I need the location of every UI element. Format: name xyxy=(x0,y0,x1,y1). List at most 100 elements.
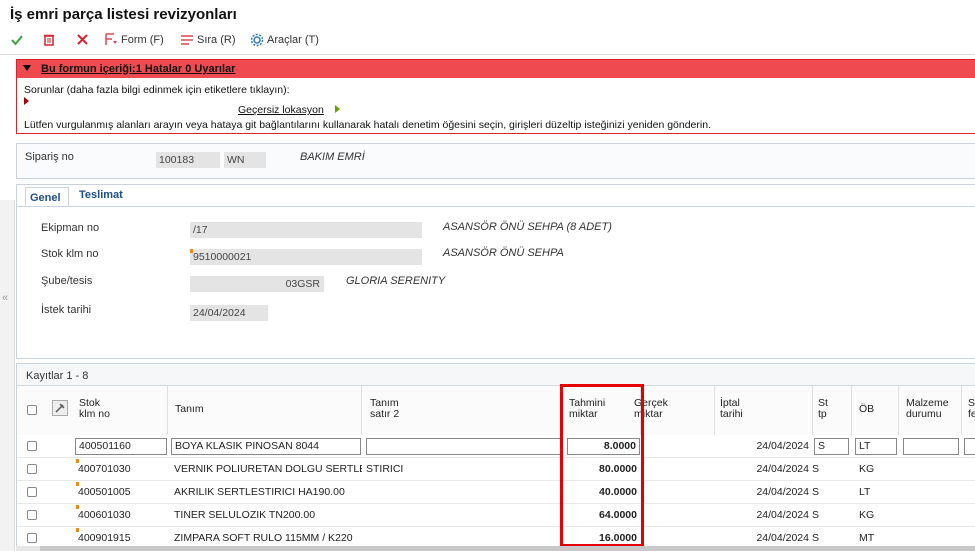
form-menu-label: Form (F) xyxy=(121,33,164,46)
stock-cell: 400601030 xyxy=(78,509,131,521)
table-row[interactable]: 400701030 VERNIK POLIURETAN DOLGU SERTLE… xyxy=(17,458,975,481)
col-desc2-header[interactable]: Tanım satır 2 xyxy=(370,398,399,420)
stock-field: 9510000021 xyxy=(190,249,422,265)
table-row[interactable]: 400501005 AKRILIK SERTLESTIRICI HA190.00… xyxy=(17,481,975,504)
equipment-label: Ekipman no xyxy=(41,222,100,234)
select-all-checkbox[interactable] xyxy=(27,405,37,415)
col-ob-header[interactable]: ÖB xyxy=(859,404,874,415)
tools-menu-label: Araçlar (T) xyxy=(267,34,319,46)
desc-cell: AKRILIK SERTLESTIRICI HA190.00 xyxy=(174,486,345,498)
tab-divider xyxy=(17,206,975,207)
goto-error-link[interactable] xyxy=(335,104,340,116)
ok-button[interactable] xyxy=(10,33,24,47)
branch-field: 03GSR xyxy=(190,276,324,292)
close-icon xyxy=(77,34,88,45)
ob-cell: KG xyxy=(859,509,875,521)
pin-icon xyxy=(52,400,68,416)
row-checkbox[interactable] xyxy=(27,441,37,451)
cancel-date-cell: 24/04/2024 xyxy=(756,509,809,521)
collapse-arrow-icon: « xyxy=(2,292,9,304)
st-cell: S xyxy=(812,486,820,498)
collapse-triangle-icon xyxy=(23,65,31,71)
order-number-label: Sipariş no xyxy=(25,151,74,163)
error-panel: Bu formun içeriği:1 Hatalar 0 Uyarılar S… xyxy=(16,59,975,134)
equipment-description: ASANSÖR ÖNÜ SEHPA (8 ADET) xyxy=(443,221,612,233)
grid-header: Stok klm no Tanım Tanım satır 2 Tahmini mik… xyxy=(17,385,975,436)
st-cell: S xyxy=(812,463,820,475)
stock-cell: 400501005 xyxy=(78,486,131,498)
ob-cell: LT xyxy=(859,486,871,498)
col-material-header[interactable]: Malzeme durumu xyxy=(906,398,949,420)
desc-cell: TINER SELULOZIK TN200.00 xyxy=(174,509,316,521)
gear-icon xyxy=(250,33,264,47)
extra-input[interactable] xyxy=(964,438,975,455)
window-title-bar: İş emri parça listesi revizyonları xyxy=(0,0,975,28)
cancel-date-cell: 24/04/2024 xyxy=(756,486,809,498)
table-row[interactable]: 400901915 ZIMPARA SOFT RULO 115MM / K220… xyxy=(17,527,975,547)
st-input[interactable]: S xyxy=(814,438,849,455)
material-input[interactable] xyxy=(903,438,959,455)
error-item-marker xyxy=(24,96,29,108)
order-type-field: WN xyxy=(224,152,266,168)
delete-button[interactable] xyxy=(43,33,55,46)
tab-genel-label: Genel xyxy=(30,192,61,204)
side-collapse-handle[interactable]: « xyxy=(0,200,15,551)
row-checkbox[interactable] xyxy=(27,510,37,520)
col-desc-header[interactable]: Tanım xyxy=(175,404,204,415)
col-extra-header[interactable]: Sfe xyxy=(968,398,975,420)
details-tab-panel: Genel Teslimat Ekipman no /17 ASANSÖR ÖN… xyxy=(16,184,975,359)
col-cancel-date-header[interactable]: İptal tarihi xyxy=(720,398,743,420)
page-title: İş emri parça listesi revizyonları xyxy=(10,6,237,23)
rows-icon xyxy=(181,35,193,45)
ob-input[interactable]: LT xyxy=(855,438,897,455)
row-checkbox[interactable] xyxy=(27,464,37,474)
cancel-date-cell: 24/04/2024 xyxy=(756,440,809,452)
col-stock-header[interactable]: Stok klm no xyxy=(79,398,110,420)
col-st-header[interactable]: St tp xyxy=(818,398,828,420)
horizontal-scrollbar[interactable] xyxy=(16,546,975,551)
desc-input[interactable]: BOYA KLASIK PINOSAN 8044 xyxy=(171,438,361,455)
record-count: Kayıtlar 1 - 8 xyxy=(26,370,89,382)
row-menu-label: Sıra (R) xyxy=(197,33,236,46)
row-menu-button[interactable]: Sıra (R) xyxy=(180,33,236,46)
required-marker xyxy=(190,249,193,253)
st-cell: S xyxy=(812,509,820,521)
toolbar: Form (F) Sıra (R) Araçlar (T) xyxy=(0,28,975,55)
trash-icon xyxy=(44,34,54,46)
cancel-button[interactable] xyxy=(76,33,89,46)
form-menu-button[interactable]: Form (F) xyxy=(104,33,164,46)
equipment-field: /17 xyxy=(190,222,422,238)
form-icon xyxy=(105,33,117,45)
request-date-label: İstek tarihi xyxy=(41,304,92,316)
row-checkbox[interactable] xyxy=(27,487,37,497)
branch-description: GLORIA SERENITY xyxy=(346,275,446,287)
tab-teslimat[interactable]: Teslimat xyxy=(79,189,123,201)
table-row[interactable]: 400601030 TINER SELULOZIK TN200.00 64.00… xyxy=(17,504,975,527)
stock-description: ASANSÖR ÖNÜ SEHPA xyxy=(443,247,564,259)
table-row[interactable]: 400501160 BOYA KLASIK PINOSAN 8044 8.000… xyxy=(17,435,975,458)
error-help-text: Lütfen vurgulanmış alanları arayın veya … xyxy=(24,119,711,131)
stock-cell: 400701030 xyxy=(78,463,131,475)
stock-input[interactable]: 400501160 xyxy=(75,438,167,455)
desc2-input[interactable] xyxy=(366,438,562,455)
error-summary-link[interactable]: Bu formun içeriği:1 Hatalar 0 Uyarılar xyxy=(41,63,235,75)
desc2-cell: STIRICI xyxy=(366,463,404,475)
highlight-annotation-box xyxy=(560,384,644,547)
tools-menu-button[interactable]: Araçlar (T) xyxy=(250,33,319,47)
invalid-location-link[interactable]: Geçersiz lokasyon xyxy=(238,104,324,116)
tab-genel[interactable]: Genel xyxy=(25,187,69,206)
grid-options-button[interactable] xyxy=(52,400,68,419)
scrollbar-thumb[interactable] xyxy=(40,546,975,551)
stock-label: Stok klm no xyxy=(41,248,99,260)
branch-label: Şube/tesis xyxy=(41,275,93,287)
order-number-field: 100183 xyxy=(156,152,220,168)
request-date-field: 24/04/2024 xyxy=(190,305,268,321)
error-instructions: Sorunlar (daha fazla bilgi edinmek için … xyxy=(24,84,290,96)
check-icon xyxy=(11,35,23,46)
goto-arrow-icon xyxy=(335,105,340,113)
row-checkbox[interactable] xyxy=(27,533,37,543)
ob-cell: KG xyxy=(859,463,875,475)
parts-grid-panel: Kayıtlar 1 - 8 Stok klm no Tanım Tanım sat… xyxy=(16,363,975,551)
order-description: BAKIM EMRİ xyxy=(300,151,365,163)
error-panel-header[interactable]: Bu formun içeriği:1 Hatalar 0 Uyarılar xyxy=(17,60,975,78)
